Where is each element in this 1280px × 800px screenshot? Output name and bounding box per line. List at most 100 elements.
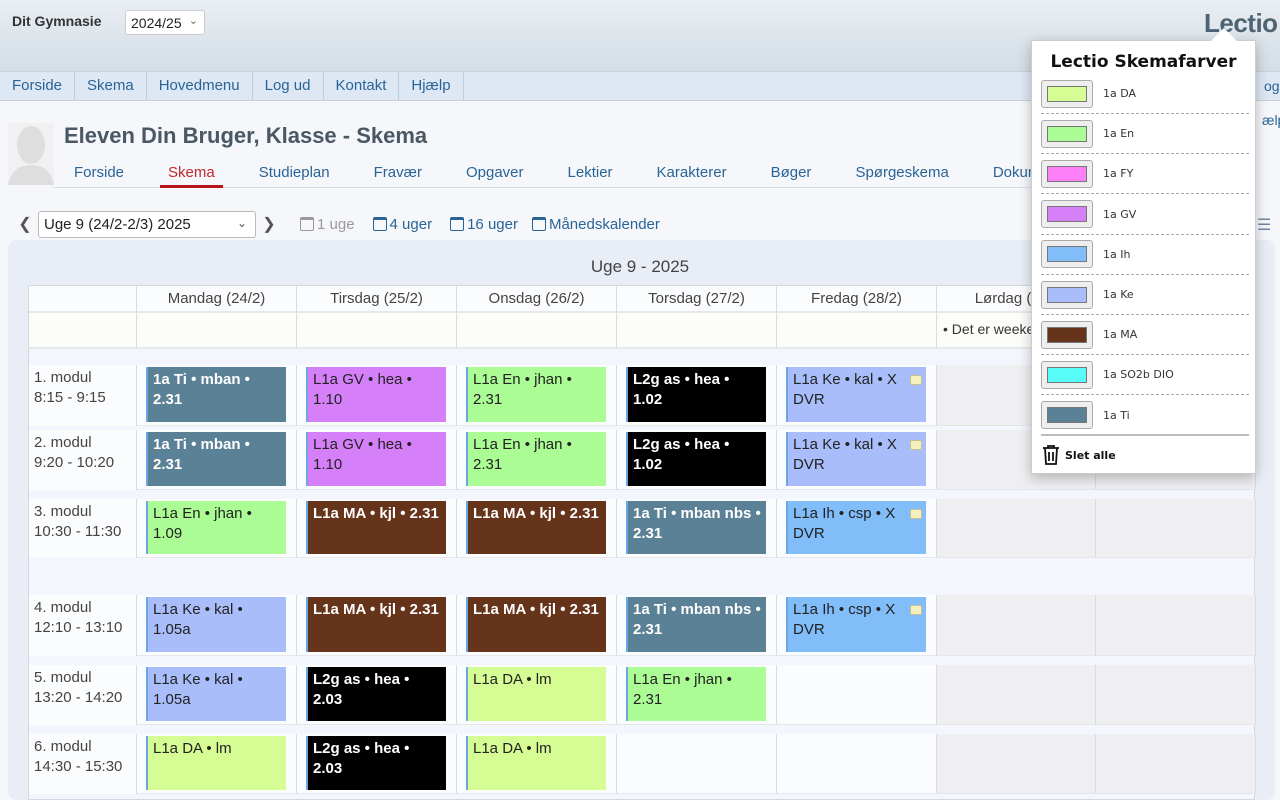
- nav-kontakt[interactable]: Kontakt: [324, 72, 400, 100]
- tab-8[interactable]: Spørgeskema: [847, 158, 956, 188]
- chevron-down-icon: ⌄: [188, 15, 198, 27]
- nav-forside[interactable]: Forside: [0, 72, 76, 100]
- note-icon[interactable]: [910, 375, 922, 385]
- lesson-block[interactable]: 1a Ti • mban • 2.31: [146, 432, 286, 486]
- menu-icon[interactable]: ☰: [1257, 215, 1271, 235]
- nav-skema[interactable]: Skema: [75, 72, 147, 100]
- lesson-block[interactable]: L1a MA • kjl • 2.31: [306, 597, 446, 652]
- color-swatch[interactable]: [1041, 159, 1093, 188]
- schedule-cell[interactable]: [937, 499, 1096, 558]
- schedule-cell[interactable]: [937, 665, 1096, 725]
- sub-nav: Forside Skema Studieplan Fravær Opgaver Lekti…: [52, 158, 1075, 188]
- schedule-cell[interactable]: [1096, 595, 1256, 656]
- tab-4[interactable]: Opgaver: [458, 158, 532, 188]
- color-item[interactable]: 1a Ih: [1041, 235, 1249, 275]
- next-week-icon[interactable]: ❯: [256, 214, 282, 234]
- range-month[interactable]: Månedskalender: [531, 216, 660, 233]
- year-select[interactable]: 2024/25 ⌄: [125, 10, 205, 35]
- lesson-block[interactable]: L1a MA • kjl • 2.31: [306, 501, 446, 554]
- nav-hovedmenu[interactable]: Hovedmenu: [147, 72, 253, 100]
- lesson-block[interactable]: L1a MA • kjl • 2.31: [466, 501, 606, 554]
- color-swatch[interactable]: [1041, 320, 1093, 349]
- schedule-cell[interactable]: [937, 595, 1096, 656]
- tab-5[interactable]: Lektier: [560, 158, 621, 188]
- lesson-block[interactable]: L1a Ke • kal • X DVR: [786, 367, 926, 422]
- lesson-block[interactable]: 1a Ti • mban nbs • 2.31: [626, 501, 766, 554]
- lesson-block[interactable]: L1a En • jhan • 2.31: [466, 367, 606, 422]
- schedule-cell[interactable]: [1096, 734, 1256, 794]
- schedule-cell[interactable]: [617, 734, 777, 794]
- lesson-block[interactable]: L1a Ke • kal • X DVR: [786, 432, 926, 486]
- schedule-cell[interactable]: [777, 734, 937, 794]
- color-item[interactable]: 1a Ke: [1041, 275, 1249, 315]
- nav-log-ud[interactable]: Log ud: [253, 72, 324, 100]
- module-time: 4. modul 12:10 - 13:10: [29, 595, 137, 656]
- color-item[interactable]: 1a DA: [1041, 74, 1249, 114]
- schedule-cell[interactable]: [1096, 499, 1256, 558]
- lesson-block[interactable]: L1a Ih • csp • X DVR: [786, 501, 926, 554]
- note-icon[interactable]: [910, 440, 922, 450]
- lesson-text: L1a Ke • kal • X DVR: [793, 436, 897, 473]
- tab-2[interactable]: Studieplan: [251, 158, 338, 188]
- range-4-uger[interactable]: 4 uger: [372, 216, 432, 233]
- color-swatch[interactable]: [1041, 200, 1093, 229]
- tab-6[interactable]: Karakterer: [649, 158, 735, 188]
- tab-3[interactable]: Fravær: [366, 158, 430, 188]
- color-label: 1a MA: [1103, 328, 1138, 342]
- lesson-block[interactable]: L1a Ke • kal • 1.05a: [146, 667, 286, 721]
- lesson-block[interactable]: L1a Ke • kal • 1.05a: [146, 597, 286, 652]
- lesson-block[interactable]: L1a GV • hea • 1.10: [306, 367, 446, 422]
- color-swatch[interactable]: [1041, 360, 1093, 389]
- color-item[interactable]: 1a MA: [1041, 315, 1249, 356]
- schedule-cell[interactable]: [1096, 665, 1256, 725]
- lesson-block[interactable]: L2g as • hea • 2.03: [306, 736, 446, 790]
- week-select[interactable]: Uge 9 (24/2-2/3) 2025 ⌄: [38, 210, 256, 238]
- lesson-block[interactable]: 1a Ti • mban nbs • 2.31: [626, 597, 766, 652]
- color-item[interactable]: 1a En: [1041, 114, 1249, 155]
- color-item[interactable]: 1a SO2b DIO: [1041, 355, 1249, 396]
- lesson-block[interactable]: 1a Ti • mban • 2.31: [146, 367, 286, 422]
- note-icon[interactable]: [910, 605, 922, 615]
- week-toolbar: ❮ Uge 9 (24/2-2/3) 2025 ⌄ ❯ 1 uge 4 uger …: [12, 210, 660, 238]
- color-item[interactable]: 1a GV: [1041, 195, 1249, 235]
- tab-1[interactable]: Skema: [160, 158, 223, 188]
- lesson-block[interactable]: L1a En • jhan • 2.31: [466, 432, 606, 486]
- swatch-fill: [1047, 125, 1087, 142]
- range-1-uge[interactable]: 1 uge: [300, 216, 355, 233]
- lesson-block[interactable]: L2g as • hea • 1.02: [626, 367, 766, 422]
- lesson-block[interactable]: L1a DA • lm: [466, 736, 606, 790]
- range-16-uger[interactable]: 16 uger: [450, 216, 518, 233]
- tab-7[interactable]: Bøger: [763, 158, 820, 188]
- help-fragment[interactable]: ælp: [1262, 112, 1280, 128]
- lesson-block[interactable]: L1a DA • lm: [146, 736, 286, 790]
- nav-fragment[interactable]: og: [1264, 78, 1280, 94]
- nav-hjælp[interactable]: Hjælp: [399, 72, 464, 100]
- module-time: 1. modul 8:15 - 9:15: [29, 365, 137, 426]
- module-hours: 14:30 - 15:30: [34, 758, 123, 775]
- lesson-block[interactable]: L2g as • hea • 1.02: [626, 432, 766, 486]
- tab-0[interactable]: Forside: [66, 158, 132, 188]
- note-icon[interactable]: [910, 509, 922, 519]
- color-swatch[interactable]: [1041, 280, 1093, 309]
- color-label: 1a DA: [1103, 87, 1137, 100]
- lesson-block[interactable]: L1a Ih • csp • X DVR: [786, 597, 926, 652]
- color-swatch[interactable]: [1041, 79, 1093, 108]
- delete-all-button[interactable]: Slet alle: [1041, 434, 1249, 466]
- color-swatch[interactable]: [1041, 119, 1093, 148]
- calendar-icon: [372, 217, 387, 231]
- schedule-cell[interactable]: [937, 734, 1096, 794]
- lesson-block[interactable]: L1a En • jhan • 2.31: [626, 667, 766, 721]
- lesson-block[interactable]: L1a MA • kjl • 2.31: [466, 597, 606, 652]
- prev-week-icon[interactable]: ❮: [12, 214, 38, 234]
- lesson-block[interactable]: L1a GV • hea • 1.10: [306, 432, 446, 486]
- lesson-text: 1a Ti • mban • 2.31: [153, 371, 250, 408]
- lesson-block[interactable]: L1a En • jhan • 1.09: [146, 501, 286, 554]
- schedule-cell[interactable]: [777, 665, 937, 725]
- lesson-block[interactable]: L1a DA • lm: [466, 667, 606, 721]
- color-swatch[interactable]: [1041, 401, 1093, 430]
- color-item[interactable]: 1a FY: [1041, 154, 1249, 195]
- lesson-text: L1a Ih • csp • X DVR: [793, 505, 896, 542]
- color-item[interactable]: 1a Ti: [1041, 396, 1249, 436]
- lesson-block[interactable]: L2g as • hea • 2.03: [306, 667, 446, 721]
- color-swatch[interactable]: [1041, 240, 1093, 269]
